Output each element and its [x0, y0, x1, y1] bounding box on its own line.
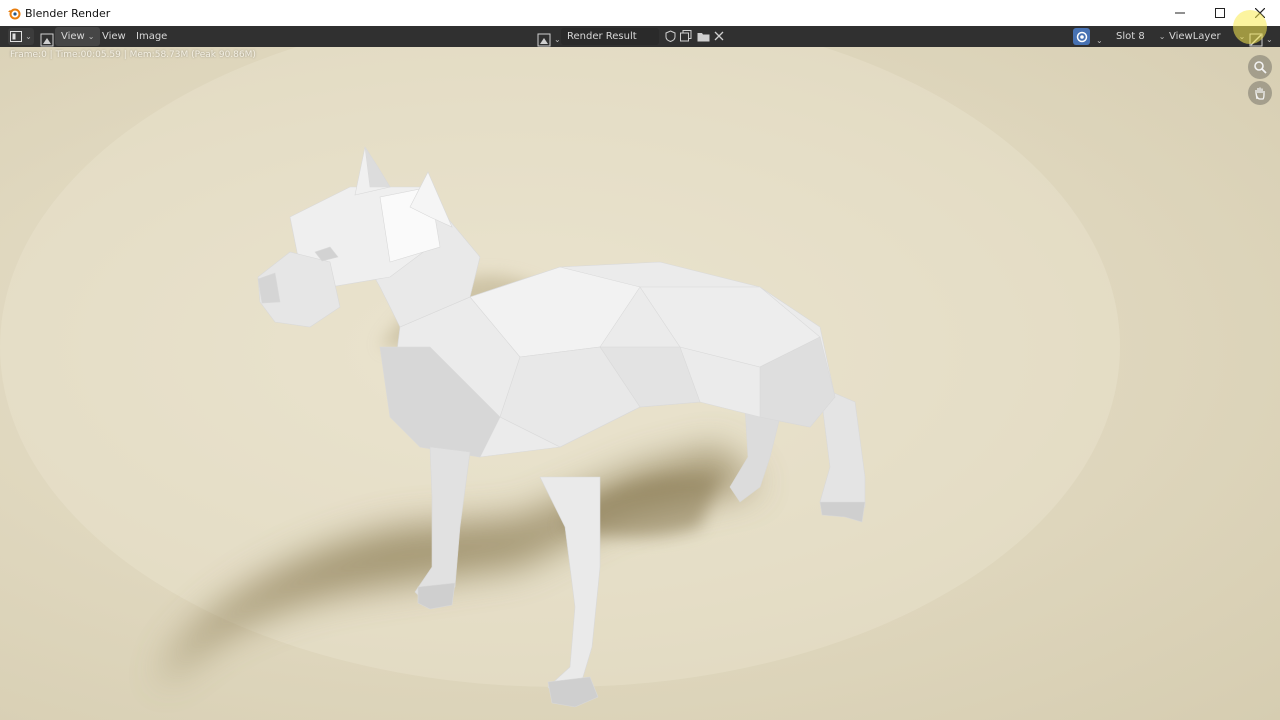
- fake-user-button[interactable]: [663, 29, 677, 43]
- unlink-image-button[interactable]: [712, 29, 726, 43]
- image-name-field[interactable]: Render Result: [561, 28, 659, 45]
- view-dropdown[interactable]: View ⌄: [55, 27, 101, 46]
- hand-icon: [1255, 87, 1265, 100]
- view-dropdown-label: View: [61, 31, 85, 42]
- chevron-down-icon: ⌄: [1266, 35, 1273, 44]
- view-menu-label: View: [102, 31, 126, 42]
- editor-type-button[interactable]: ⌄: [8, 28, 34, 45]
- minimize-button[interactable]: [1160, 0, 1200, 26]
- render-info-text: Frame:0 | Time:00:05.59 | Mem:58.73M (Pe…: [10, 50, 256, 60]
- close-icon: [714, 31, 724, 41]
- view-menu[interactable]: View: [96, 27, 132, 46]
- image-editor-icon: [10, 31, 23, 42]
- magnifier-icon: [1254, 61, 1267, 74]
- image-view-icon: [40, 33, 54, 46]
- folder-icon: [697, 32, 709, 41]
- image-editor-header: ⌄ View ⌄ View Image ⌄ Render Result ⌄ Sl…: [0, 26, 1280, 47]
- render-channels-icon: [1076, 31, 1087, 42]
- duplicate-icon: [680, 30, 692, 42]
- chevron-down-icon: ⌄: [87, 32, 95, 41]
- slot-label: Slot 8: [1116, 31, 1145, 42]
- image-menu[interactable]: Image: [130, 27, 173, 46]
- blender-render-window: Blender Render ⌄ View ⌄ View Image ⌄ Ren…: [0, 0, 1280, 720]
- render-image: [0, 47, 1120, 708]
- pan-gizmo[interactable]: [1248, 81, 1272, 105]
- shield-icon: [665, 30, 675, 42]
- display-channels-button[interactable]: [1073, 28, 1090, 45]
- open-image-button[interactable]: [696, 29, 710, 43]
- chevron-down-icon: ⌄: [25, 32, 32, 41]
- title-bar: Blender Render: [0, 0, 1280, 26]
- minimize-icon: [1175, 12, 1185, 14]
- blender-logo-icon: [8, 8, 21, 20]
- image-menu-label: Image: [136, 31, 168, 42]
- image-browse-icon: [537, 33, 551, 46]
- duplicate-image-button[interactable]: [679, 29, 693, 43]
- view-layer-label: ViewLayer: [1169, 31, 1221, 42]
- image-name-label: Render Result: [567, 31, 637, 42]
- maximize-icon: [1215, 8, 1225, 18]
- window-title: Blender Render: [25, 6, 111, 20]
- chevron-down-icon: ⌄: [554, 35, 561, 44]
- mouse-cursor-highlight: [1233, 10, 1267, 44]
- zoom-gizmo[interactable]: [1248, 55, 1272, 79]
- render-viewport[interactable]: Frame:0 | Time:00:05.59 | Mem:58.73M (Pe…: [0, 47, 1280, 720]
